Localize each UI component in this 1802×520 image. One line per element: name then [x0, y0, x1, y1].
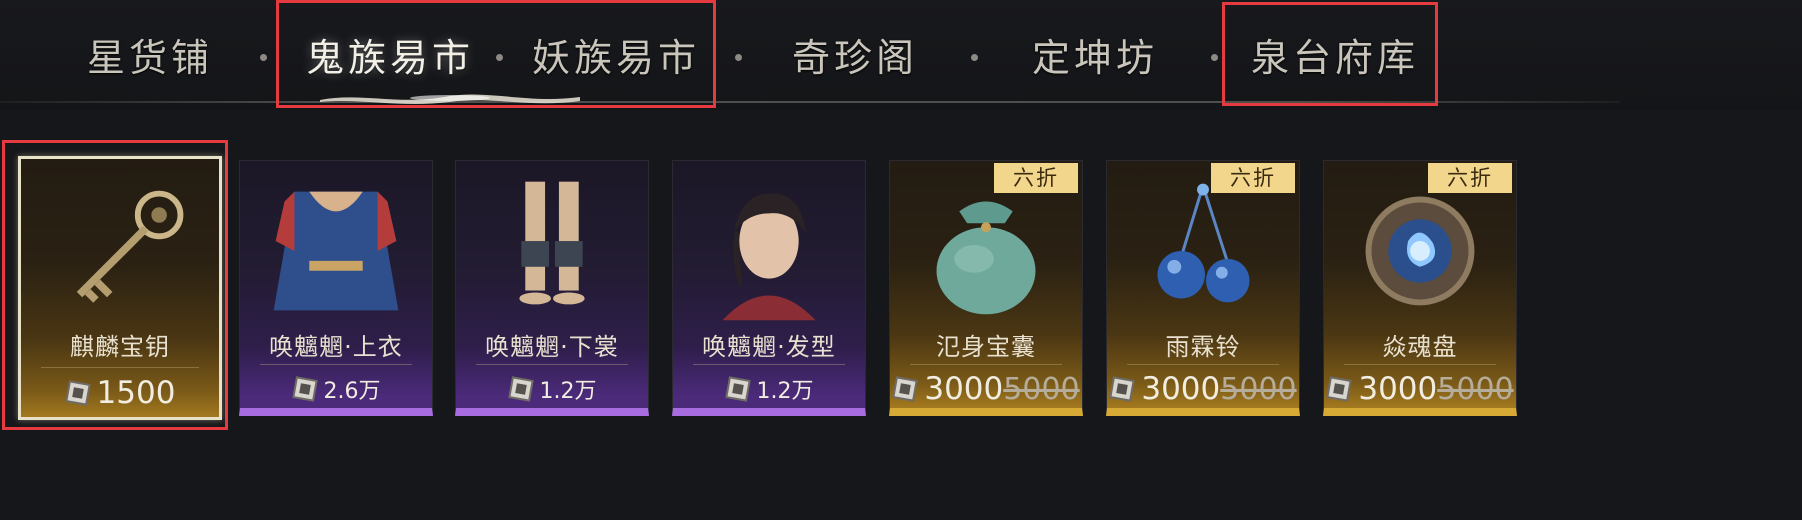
price-row: 1500 [21, 373, 219, 413]
original-price: 5000 [1437, 371, 1514, 407]
card-divider [41, 367, 199, 368]
soul-disc-icon [1365, 196, 1475, 306]
shop-item-card[interactable]: 六折 氾身宝囊 3000 5000 [889, 160, 1083, 416]
item-price: 3000 [924, 371, 1004, 407]
tab-dingkunfang[interactable]: 定坤坊 [1025, 28, 1165, 88]
price-row: 1.2万 [673, 369, 865, 408]
shop-item-card[interactable]: 麒麟宝钥 1500 [18, 156, 222, 420]
price-row: 3000 5000 [1107, 369, 1299, 408]
jade-token-icon [892, 376, 919, 402]
shop-tab-bar: 星货铺 鬼族易市 妖族易市 奇珍阁 定坤坊 泉台府库 [0, 0, 1802, 110]
jade-token-icon [724, 376, 751, 402]
tab-yaozu-yishi[interactable]: 妖族易市 [526, 28, 706, 88]
hairstyle-icon [722, 193, 816, 321]
tab-qizhenge[interactable]: 奇珍阁 [785, 28, 925, 88]
original-price: 5000 [1003, 371, 1080, 407]
treasure-pouch-icon [936, 201, 1036, 315]
card-divider [910, 364, 1062, 365]
item-price: 3000 [1358, 371, 1438, 407]
jade-token-icon [1326, 376, 1353, 402]
item-price: 1.2万 [539, 379, 597, 404]
robe-top-icon [273, 191, 399, 311]
tab-separator [1211, 54, 1218, 61]
tab-separator [260, 54, 267, 61]
shop-item-card[interactable]: 六折 焱魂盘 3000 5000 [1323, 160, 1517, 416]
item-name: 麒麟宝钥 [70, 333, 170, 361]
tab-separator [971, 54, 978, 61]
golden-key-icon [76, 190, 184, 303]
item-name: 氾身宝囊 [936, 333, 1036, 361]
shop-item-card[interactable]: 唤魑魍·发型 1.2万 [672, 160, 866, 416]
tab-xinghuopu[interactable]: 星货铺 [80, 28, 220, 88]
item-price: 1500 [96, 375, 176, 411]
active-tab-ink-icon [320, 94, 580, 104]
jade-token-icon [64, 380, 91, 406]
card-divider [1344, 364, 1496, 365]
tab-quantai-fuku[interactable]: 泉台府库 [1245, 28, 1425, 88]
item-name: 唤魑魍·下裳 [485, 333, 619, 361]
tab-underline [0, 101, 1620, 103]
card-divider [260, 364, 412, 365]
item-name: 焱魂盘 [1382, 333, 1458, 361]
card-divider [476, 364, 628, 365]
item-price: 3000 [1141, 371, 1221, 407]
item-name: 唤魑魍·上衣 [269, 333, 403, 361]
shop-item-card[interactable]: 唤魑魍·下裳 1.2万 [455, 160, 649, 416]
price-row: 3000 5000 [1324, 369, 1516, 408]
item-name: 雨霖铃 [1165, 333, 1241, 361]
price-row: 3000 5000 [890, 369, 1082, 408]
card-divider [693, 364, 845, 365]
original-price: 5000 [1220, 371, 1297, 407]
item-price: 2.6万 [323, 379, 381, 404]
item-price: 1.2万 [756, 379, 814, 404]
item-name: 唤魑魍·发型 [702, 333, 836, 361]
price-row: 1.2万 [456, 369, 648, 408]
lower-garment-icon [519, 181, 585, 305]
price-row: 2.6万 [240, 369, 432, 408]
card-divider [1127, 364, 1279, 365]
tab-guizu-yishi[interactable]: 鬼族易市 [300, 28, 480, 88]
blue-bells-icon [1157, 183, 1250, 303]
tab-separator [496, 54, 503, 61]
shop-item-card[interactable]: 唤魑魍·上衣 2.6万 [239, 160, 433, 416]
tab-separator [735, 54, 742, 61]
shop-item-card[interactable]: 六折 雨霖铃 3000 5000 [1106, 160, 1300, 416]
jade-token-icon [291, 376, 318, 402]
jade-token-icon [1109, 376, 1136, 402]
jade-token-icon [507, 376, 534, 402]
